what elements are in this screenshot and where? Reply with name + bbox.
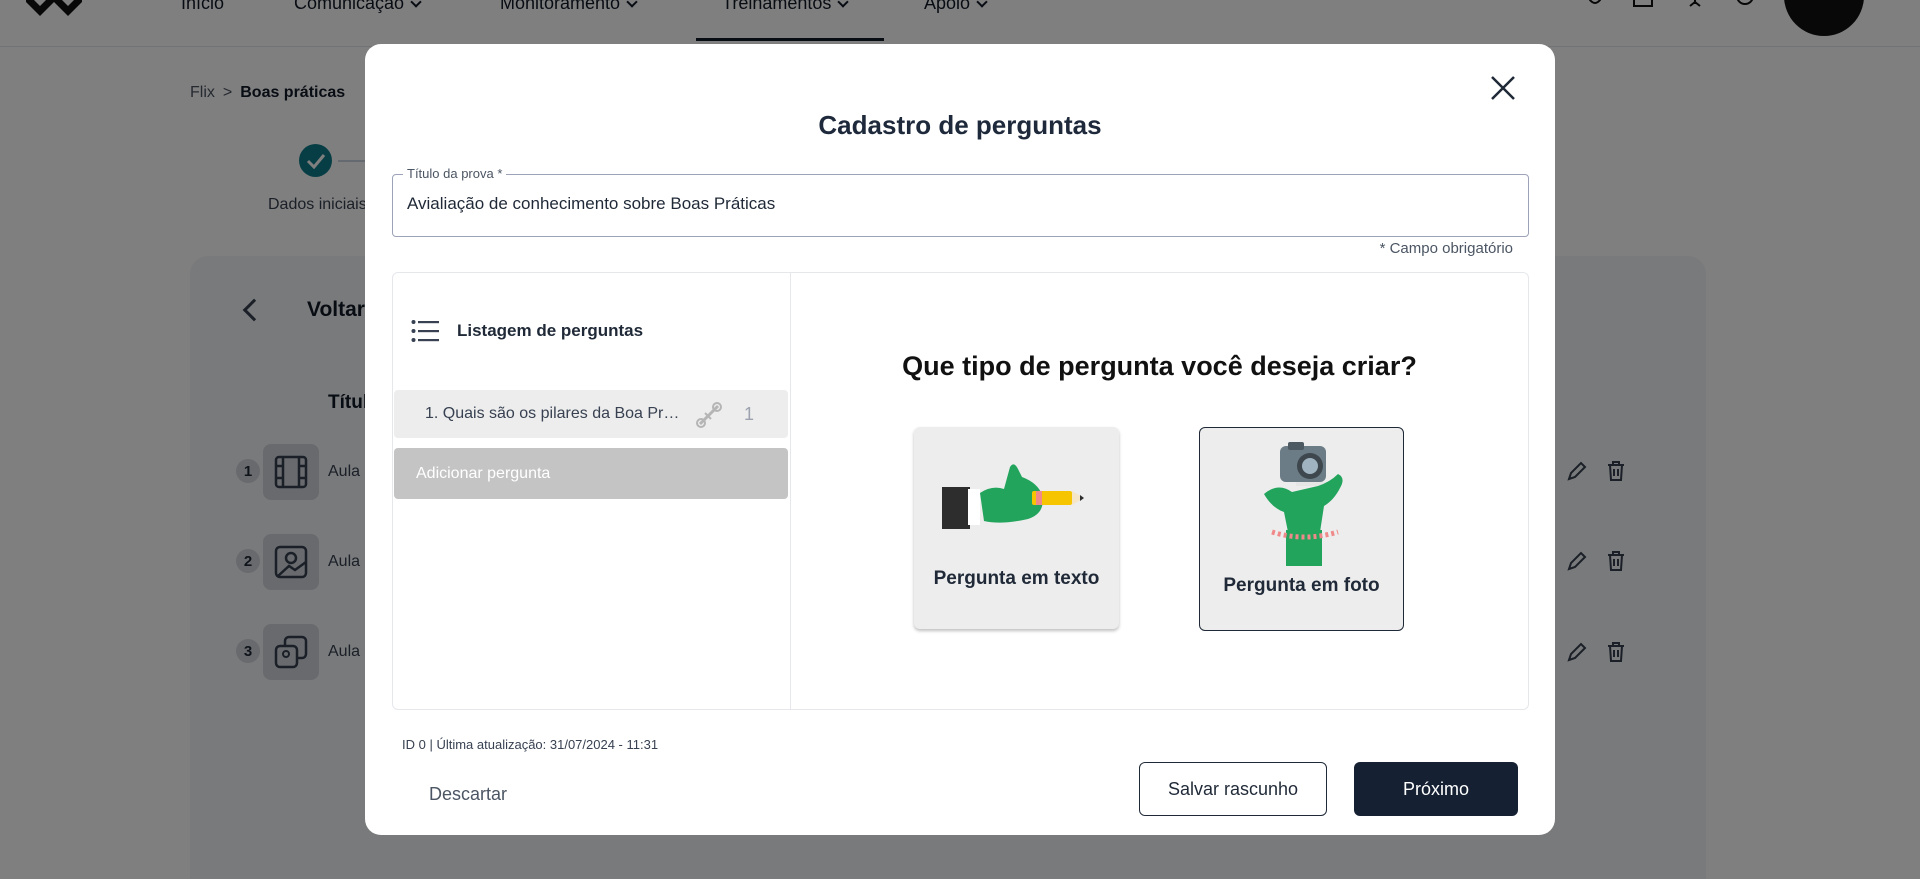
question-list-item[interactable]: 1. Quais são os pilares da Boa Prática? …: [394, 390, 788, 438]
discard-button[interactable]: Descartar: [429, 784, 507, 805]
hand-pencil-icon: [942, 464, 1084, 529]
record-metadata: ID 0 | Última atualização: 31/07/2024 - …: [402, 737, 659, 752]
modal-title: Cadastro de perguntas: [818, 110, 1102, 140]
exam-title-field[interactable]: Título da prova *: [392, 166, 1529, 237]
exam-title-input[interactable]: [407, 194, 1507, 214]
question-text: 1. Quais são os pilares da Boa Prática?: [425, 405, 685, 422]
question-list-header: Listagem de perguntas: [411, 319, 643, 343]
list-icon: [411, 320, 439, 342]
text-question-option[interactable]: Pergunta em texto: [914, 427, 1119, 629]
question-editor-panel: Listagem de perguntas 1. Quais são os pi…: [392, 272, 1529, 710]
photo-question-label: Pergunta em foto: [1223, 575, 1380, 596]
photo-question-option[interactable]: Pergunta em foto: [1199, 427, 1404, 631]
exam-title-label: Título da prova *: [403, 166, 507, 181]
drag-handle-icon[interactable]: [694, 400, 724, 430]
next-button[interactable]: Próximo: [1354, 762, 1518, 816]
close-icon[interactable]: [1485, 70, 1521, 106]
required-field-note: * Campo obrigatório: [1379, 240, 1513, 257]
text-question-label: Pergunta em texto: [933, 568, 1100, 589]
question-list-title: Listagem de perguntas: [457, 321, 644, 340]
add-question-button[interactable]: Adicionar pergunta: [394, 448, 788, 499]
question-type-heading: Que tipo de pergunta você deseja criar?: [902, 351, 1417, 381]
question-registration-modal: Cadastro de perguntas Título da prova * …: [365, 44, 1555, 835]
question-count: 1: [744, 404, 755, 424]
panel-divider: [790, 273, 791, 709]
hand-camera-icon: [1264, 442, 1343, 566]
save-draft-button[interactable]: Salvar rascunho: [1139, 762, 1327, 816]
